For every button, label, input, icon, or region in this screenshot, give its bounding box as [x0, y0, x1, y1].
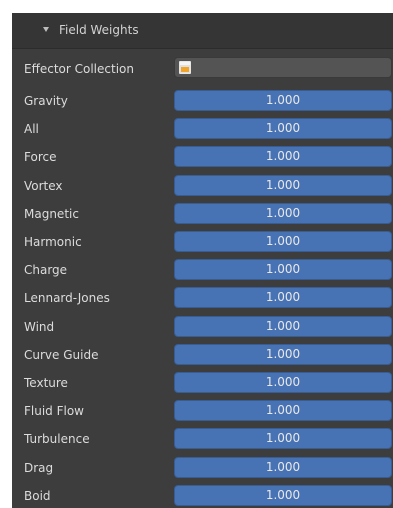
weight-label-lennard-jones: Lennard-Jones — [24, 291, 110, 305]
weight-slider-wind[interactable]: 1.000 — [174, 316, 392, 337]
weight-label-all: All — [24, 122, 39, 136]
collapse-arrow-icon[interactable] — [43, 27, 49, 32]
weight-slider-curve-guide[interactable]: 1.000 — [174, 344, 392, 365]
weight-slider-harmonic[interactable]: 1.000 — [174, 231, 392, 252]
panel-header[interactable]: Field Weights — [12, 13, 393, 49]
weight-slider-all[interactable]: 1.000 — [174, 118, 392, 139]
weight-slider-vortex[interactable]: 1.000 — [174, 175, 392, 196]
weight-label-gravity: Gravity — [24, 94, 68, 108]
weight-slider-texture[interactable]: 1.000 — [174, 372, 392, 393]
weight-label-vortex: Vortex — [24, 179, 63, 193]
effector-collection-field[interactable] — [174, 57, 392, 78]
weight-label-fluid-flow: Fluid Flow — [24, 404, 84, 418]
field-weights-panel: Field Weights Effector Collection Gravit… — [12, 13, 393, 508]
weight-slider-fluid-flow[interactable]: 1.000 — [174, 400, 392, 421]
weight-slider-boid[interactable]: 1.000 — [174, 485, 392, 506]
effector-collection-label: Effector Collection — [24, 62, 134, 76]
weight-label-force: Force — [24, 150, 57, 164]
panel-title: Field Weights — [59, 23, 139, 37]
weight-label-texture: Texture — [24, 376, 68, 390]
weight-slider-lennard-jones[interactable]: 1.000 — [174, 287, 392, 308]
weight-slider-charge[interactable]: 1.000 — [174, 259, 392, 280]
weight-label-drag: Drag — [24, 461, 54, 475]
weight-label-curve-guide: Curve Guide — [24, 348, 99, 362]
weight-slider-gravity[interactable]: 1.000 — [174, 90, 392, 111]
weight-label-harmonic: Harmonic — [24, 235, 82, 249]
weight-slider-drag[interactable]: 1.000 — [174, 457, 392, 478]
weight-label-charge: Charge — [24, 263, 68, 277]
weight-label-wind: Wind — [24, 320, 55, 334]
weight-label-turbulence: Turbulence — [24, 432, 90, 446]
weight-slider-turbulence[interactable]: 1.000 — [174, 428, 392, 449]
weight-slider-magnetic[interactable]: 1.000 — [174, 203, 392, 224]
weight-label-magnetic: Magnetic — [24, 207, 79, 221]
weight-label-boid: Boid — [24, 489, 51, 503]
collection-icon — [179, 61, 191, 74]
weight-slider-force[interactable]: 1.000 — [174, 146, 392, 167]
